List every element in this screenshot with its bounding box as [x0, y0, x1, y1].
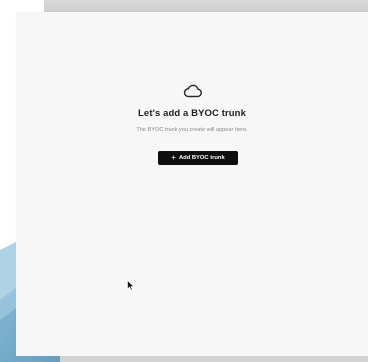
add-byoc-trunk-button[interactable]: + Add BYOC trunk — [158, 151, 238, 165]
mouse-cursor-icon — [127, 280, 135, 291]
empty-state-title: Let's add a BYOC trunk — [138, 108, 246, 119]
empty-state-subtitle: The BYOC trunk you create will appear he… — [136, 127, 248, 133]
empty-state: Let's add a BYOC trunk The BYOC trunk yo… — [16, 12, 368, 212]
byoc-trunks-panel: Let's add a BYOC trunk The BYOC trunk yo… — [16, 12, 368, 356]
plus-icon: + — [171, 152, 176, 162]
window-top-edge — [44, 0, 368, 12]
screenshot-stage: Let's add a BYOC trunk The BYOC trunk yo… — [0, 0, 368, 362]
window-bottom-edge — [60, 356, 368, 362]
add-byoc-trunk-label: Add BYOC trunk — [178, 155, 225, 161]
cloud-icon — [183, 84, 202, 98]
